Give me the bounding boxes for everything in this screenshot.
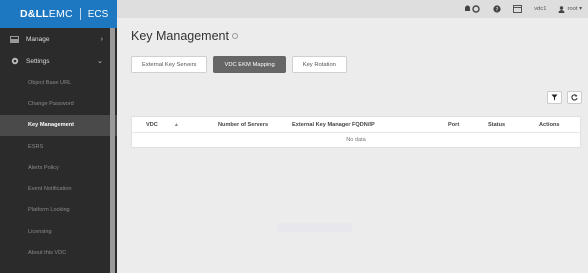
alerts-icon[interactable] [463, 5, 481, 13]
gear-icon [10, 57, 19, 65]
svg-text:?: ? [496, 7, 499, 13]
ekm-mapping-table: VDC ▴ Number of Servers External Key Man… [131, 116, 581, 148]
topbar: ? vdc1 root ▾ [117, 0, 588, 18]
sidebar-item-about-vdc[interactable]: About this VDC [0, 242, 117, 263]
sidebar-item-change-password[interactable]: Change Password [0, 93, 117, 114]
filter-button[interactable] [547, 91, 562, 104]
column-actions[interactable]: Actions [539, 122, 560, 128]
tab-key-rotation[interactable]: Key Rotation [291, 56, 347, 73]
refresh-button[interactable] [567, 91, 582, 104]
user-icon [558, 5, 565, 13]
brand-divider [79, 8, 81, 20]
chevron-right-icon: › [100, 35, 103, 43]
sidebar-item-label: Manage [26, 35, 50, 43]
sort-icon[interactable]: ▴ [175, 122, 178, 128]
vdc-selector[interactable]: vdc1 [534, 6, 546, 12]
sidebar-item-alerts-policy[interactable]: Alerts Policy [0, 157, 117, 178]
user-name: root ▾ [567, 6, 582, 12]
sidebar-item-platform-locking[interactable]: Platform Locking [0, 200, 117, 221]
main-content: Key Management External Key Servers VDC … [117, 18, 588, 273]
page-title: Key Management [131, 29, 238, 43]
sidebar-item-object-base-url[interactable]: Object Base URL [0, 72, 117, 93]
tab-vdc-ekm-mapping[interactable]: VDC EKM Mapping [213, 56, 286, 73]
calendar-icon[interactable] [513, 5, 523, 13]
column-vdc[interactable]: VDC [146, 122, 158, 128]
column-status[interactable]: Status [488, 122, 505, 128]
tab-external-key-servers[interactable]: External Key Servers [131, 56, 208, 73]
filter-icon [551, 94, 558, 101]
refresh-icon [571, 94, 578, 101]
user-menu[interactable]: root ▾ [558, 5, 582, 13]
column-number-of-servers[interactable]: Number of Servers [218, 122, 268, 128]
sidebar-item-label: Settings [26, 57, 50, 65]
column-ekm-fqdn[interactable]: External Key Manager FQDN/IP [292, 122, 375, 128]
brand-logo[interactable]: D&LLEMC [20, 8, 73, 20]
help-icon[interactable]: ? [493, 5, 501, 13]
sidebar-item-settings[interactable]: Settings ⌄ [0, 50, 117, 72]
column-port[interactable]: Port [448, 122, 459, 128]
manage-icon [10, 35, 19, 43]
sidebar-item-event-notification[interactable]: Event Notification [0, 178, 117, 199]
sidebar-item-esrs[interactable]: ESRS [0, 136, 117, 157]
faint-overlay [277, 223, 352, 232]
sidebar-item-key-management[interactable]: Key Management [0, 114, 117, 136]
tab-group: External Key Servers VDC EKM Mapping Key… [131, 56, 347, 73]
sidebar: D&LLEMC ECS Manage › Settings ⌄ Object B… [0, 0, 117, 273]
brand-bar: D&LLEMC ECS [0, 0, 117, 28]
info-icon[interactable] [231, 33, 238, 39]
table-header: VDC ▴ Number of Servers External Key Man… [132, 117, 580, 133]
empty-state: No data [346, 137, 366, 143]
product-name: ECS [87, 8, 109, 20]
chevron-down-icon: ⌄ [97, 58, 103, 65]
sidebar-item-manage[interactable]: Manage › [0, 28, 117, 50]
sidebar-item-licensing[interactable]: Licensing [0, 221, 117, 242]
sidebar-scrollbar[interactable] [110, 28, 115, 273]
